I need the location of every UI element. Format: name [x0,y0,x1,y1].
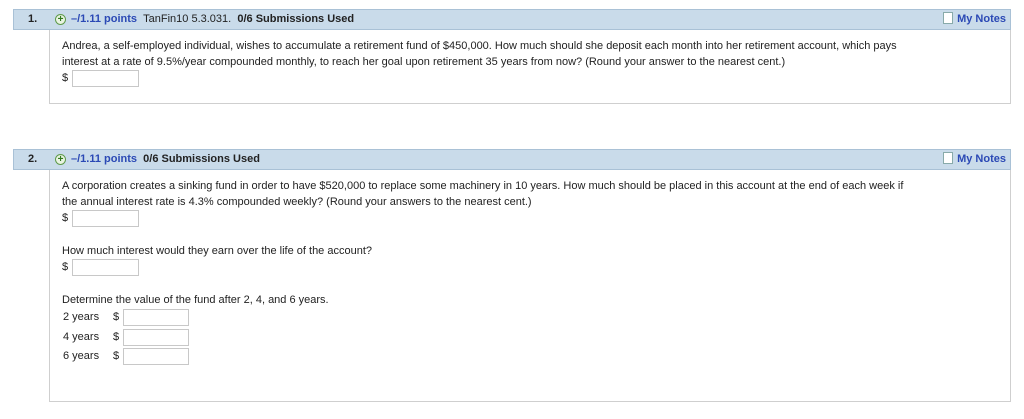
points-label: –/1.11 points [71,13,138,25]
notes-icon [943,152,954,164]
points-label: –/1.11 points [71,153,138,165]
question-1-body: Andrea, a self-employed individual, wish… [49,30,1011,104]
value-6-years-input[interactable] [123,348,189,365]
currency-symbol: $ [113,311,120,323]
submissions-used: 0/6 Submissions Used [237,13,355,25]
question-text-line: interest at a rate of 9.5%/year compound… [62,56,786,68]
currency-symbol: $ [62,72,69,84]
question-2-meta: –/1.11 points 0/6 Submissions Used [71,150,260,169]
value-2-years-input[interactable] [123,309,189,326]
question-2-header: 2. + –/1.11 points 0/6 Submissions Used … [13,149,1011,170]
submissions-used: 0/6 Submissions Used [143,153,260,165]
value-4-years-input[interactable] [123,329,189,346]
my-notes-button[interactable]: My Notes [943,150,1006,169]
my-notes-label: My Notes [957,13,1006,25]
question-text-line: the annual interest rate is 4.3% compoun… [62,196,532,208]
question-text-line: Andrea, a self-employed individual, wish… [62,40,897,52]
interest-question: How much interest would they earn over t… [62,245,373,257]
question-2-body: A corporation creates a sinking fund in … [49,170,1011,402]
expand-plus-icon[interactable]: + [55,14,66,25]
question-number: 1. [28,13,38,25]
value-question: Determine the value of the fund after 2,… [62,294,329,306]
expand-plus-icon[interactable]: + [55,154,66,165]
year-label: 4 years [63,331,100,343]
question-1-meta: –/1.11 points TanFin10 5.3.031. 0/6 Subm… [71,10,354,29]
question-text-line: A corporation creates a sinking fund in … [62,180,904,192]
currency-symbol: $ [62,261,69,273]
question-id: TanFin10 5.3.031. [143,13,232,25]
weekly-deposit-input[interactable] [72,210,139,227]
interest-input[interactable] [72,259,139,276]
my-notes-label: My Notes [957,153,1006,165]
my-notes-button[interactable]: My Notes [943,10,1006,29]
answer-input[interactable] [72,70,139,87]
notes-icon [943,12,954,24]
currency-symbol: $ [62,212,69,224]
currency-symbol: $ [113,350,120,362]
year-label: 2 years [63,311,100,323]
question-number: 2. [28,153,38,165]
question-1-header: 1. + –/1.11 points TanFin10 5.3.031. 0/6… [13,9,1011,30]
currency-symbol: $ [113,331,120,343]
year-label: 6 years [63,350,100,362]
